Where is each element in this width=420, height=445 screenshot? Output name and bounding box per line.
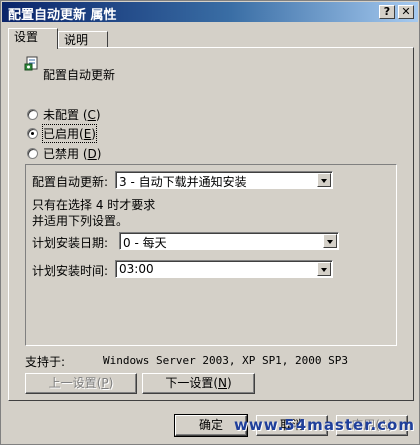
options-group bbox=[25, 164, 397, 346]
schedule-time-select[interactable]: 03:00 bbox=[115, 260, 333, 278]
chevron-down-icon[interactable] bbox=[323, 234, 337, 248]
schedule-day-select[interactable]: 0 - 每天 bbox=[119, 232, 339, 250]
radio-not-configured[interactable] bbox=[27, 109, 38, 120]
configure-value: 3 - 自动下载并通知安装 bbox=[119, 175, 247, 189]
next-setting-button[interactable]: 下一设置(N) bbox=[142, 373, 255, 394]
previous-setting-button[interactable]: 上一设置(P) bbox=[25, 373, 137, 394]
note-line-2: 并适用下列设置。 bbox=[32, 214, 129, 228]
properties-window: 配置自动更新 属性 ? ✕ 说明 设置 配置自动更新 未配置 (C) 已启用(E… bbox=[0, 0, 420, 445]
tab-explain[interactable]: 说明 bbox=[58, 31, 108, 48]
chevron-down-icon[interactable] bbox=[317, 262, 331, 276]
window-title: 配置自动更新 属性 bbox=[8, 8, 117, 23]
radio-enabled-label[interactable]: 已启用(E) bbox=[42, 124, 97, 143]
tab-label: 说明 bbox=[64, 33, 89, 47]
schedule-day-value: 0 - 每天 bbox=[123, 236, 167, 250]
configure-label: 配置自动更新: bbox=[32, 175, 109, 189]
chevron-down-icon[interactable] bbox=[317, 173, 331, 187]
note-line-1: 只有在选择 4 时才要求 bbox=[32, 198, 156, 212]
title-bar[interactable]: 配置自动更新 属性 ? ✕ bbox=[2, 2, 418, 23]
supported-value: Windows Server 2003, XP SP1, 2000 SP3 bbox=[103, 354, 349, 367]
help-button[interactable]: ? bbox=[379, 5, 395, 19]
radio-not-configured-label[interactable]: 未配置 (C) bbox=[43, 106, 101, 123]
policy-settings-icon bbox=[24, 56, 38, 71]
radio-disabled[interactable] bbox=[27, 148, 38, 159]
schedule-time-value: 03:00 bbox=[119, 262, 154, 276]
supported-label: 支持于: bbox=[25, 355, 66, 369]
tab-label: 设置 bbox=[14, 30, 39, 44]
radio-enabled[interactable] bbox=[27, 128, 38, 139]
schedule-time-label: 计划安装时间: bbox=[32, 264, 109, 278]
radio-disabled-label[interactable]: 已禁用 (D) bbox=[43, 145, 101, 162]
site-watermark: www.54master.com bbox=[234, 416, 415, 434]
schedule-day-label: 计划安装日期: bbox=[32, 236, 109, 250]
configure-select[interactable]: 3 - 自动下载并通知安装 bbox=[115, 171, 333, 189]
policy-name: 配置自动更新 bbox=[43, 68, 116, 82]
tab-settings[interactable]: 设置 bbox=[8, 28, 58, 49]
close-button[interactable]: ✕ bbox=[398, 5, 414, 19]
